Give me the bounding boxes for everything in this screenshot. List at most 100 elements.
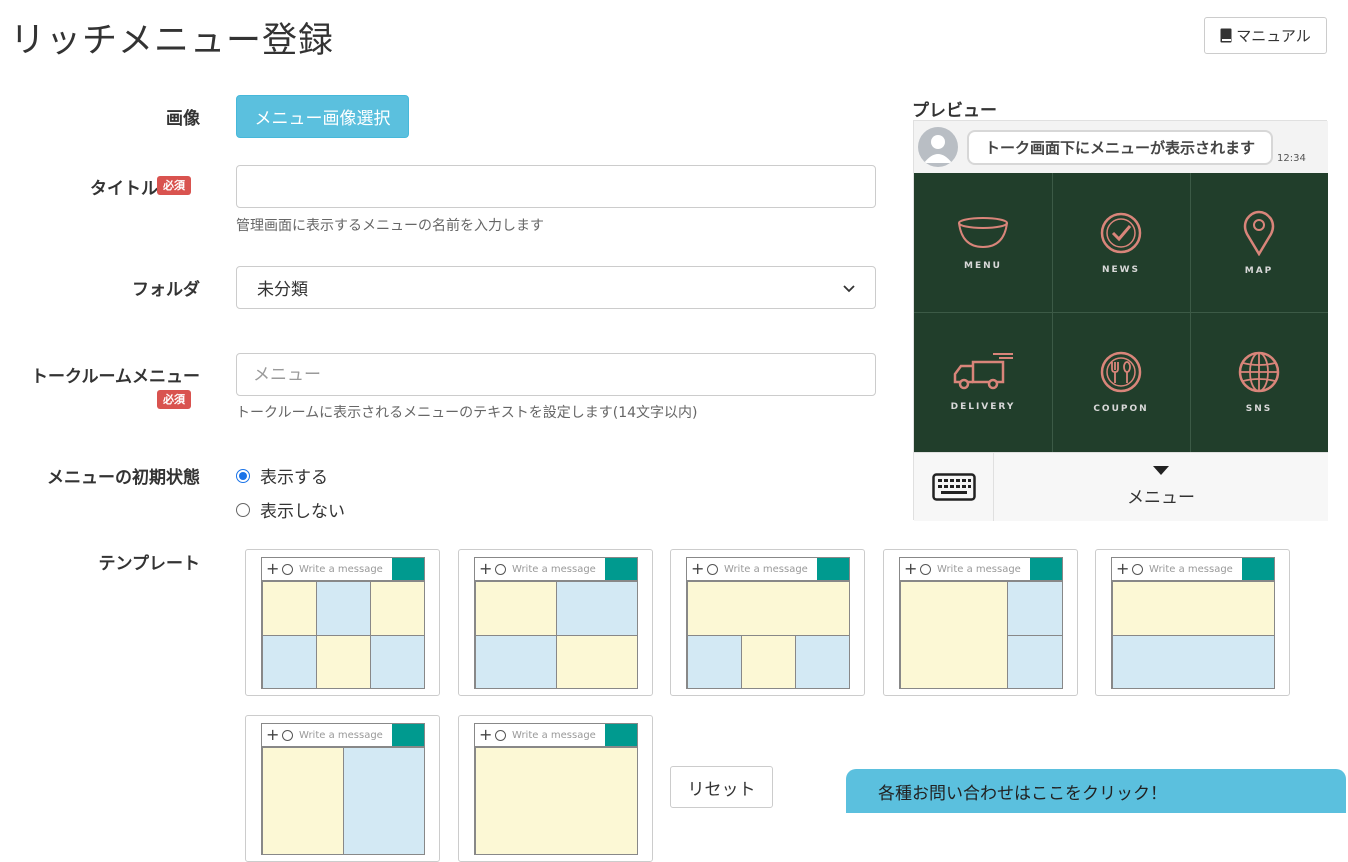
chat-bubble: トーク画面下にメニューが表示されます <box>967 130 1273 165</box>
message-placeholder: Write a message <box>512 563 596 575</box>
cutlery-icon <box>1100 352 1142 393</box>
folder-select[interactable]: 未分類 <box>236 266 876 309</box>
rich-menu-item-map[interactable]: MAP <box>1190 173 1328 313</box>
talkroom-menu-input[interactable] <box>236 353 876 396</box>
book-icon <box>1220 28 1232 43</box>
template-option-3[interactable]: + Write a message <box>670 549 865 696</box>
template-cell <box>556 581 637 636</box>
initial-state-label: メニューの初期状態 <box>47 468 200 488</box>
chat-timestamp: 12:34 <box>1277 153 1306 164</box>
map-pin-icon <box>1243 210 1275 256</box>
plus-icon: + <box>1116 559 1130 578</box>
check-circle-icon <box>1100 212 1142 253</box>
send-block <box>605 558 637 580</box>
menu-toggle[interactable]: メニュー <box>994 453 1328 521</box>
template-cell <box>475 581 557 636</box>
template-cell <box>370 581 424 636</box>
template-thumbnail: + Write a message <box>1111 557 1275 689</box>
chat-area: トーク画面下にメニューが表示されます 12:34 <box>914 121 1328 173</box>
template-option-5[interactable]: + Write a message <box>1095 549 1290 696</box>
contact-button[interactable]: 各種お問い合わせはここをクリック！ <box>846 769 1346 813</box>
message-placeholder: Write a message <box>299 729 383 741</box>
radio-button-unchecked[interactable] <box>236 502 250 517</box>
radio-option-hide[interactable]: 表示しない <box>236 497 345 522</box>
chevron-down-icon <box>843 278 855 298</box>
message-placeholder: Write a message <box>299 563 383 575</box>
smiley-icon <box>495 729 506 741</box>
radio-button-checked[interactable] <box>236 468 250 483</box>
rich-menu-item-menu[interactable]: MENU <box>914 173 1052 313</box>
smiley-icon <box>282 563 293 575</box>
talkroom-menu-required-badge: 必須 <box>157 390 191 409</box>
radio-option-label: 表示しない <box>260 502 345 522</box>
send-block <box>817 558 849 580</box>
rich-menu-item-delivery[interactable]: DELIVERY <box>914 313 1052 453</box>
smiley-icon <box>707 563 718 575</box>
template-cell <box>1112 635 1274 688</box>
avatar <box>918 127 958 167</box>
message-placeholder: Write a message <box>1149 563 1233 575</box>
template-cell <box>1007 635 1062 688</box>
template-option-2[interactable]: + Write a message <box>458 549 653 696</box>
rich-menu-item-label: MENU <box>964 260 1002 271</box>
rich-menu-item-news[interactable]: NEWS <box>1052 173 1190 313</box>
send-block <box>1242 558 1274 580</box>
title-label: タイトル <box>90 179 158 199</box>
folder-label: フォルダ <box>132 280 200 300</box>
template-cell <box>316 635 371 688</box>
rich-menu-item-label: SNS <box>1245 404 1273 415</box>
template-thumbnail: + Write a message <box>261 723 425 855</box>
template-cell <box>1112 581 1274 636</box>
template-cell <box>343 747 424 854</box>
preview-title: プレビュー <box>912 101 997 121</box>
message-placeholder: Write a message <box>512 729 596 741</box>
plus-icon: + <box>479 559 493 578</box>
rich-menu-item-label: NEWS <box>1101 264 1141 275</box>
folder-select-value: 未分類 <box>257 280 308 300</box>
keyboard-button[interactable] <box>914 453 994 521</box>
preview-bottom-bar: メニュー <box>914 452 1328 521</box>
template-cell <box>475 747 637 854</box>
menu-toggle-label: メニュー <box>1127 488 1195 508</box>
plus-icon: + <box>266 725 280 744</box>
template-cell <box>262 747 344 854</box>
template-option-7[interactable]: + Write a message <box>458 715 653 862</box>
plus-icon: + <box>479 725 493 744</box>
title-input[interactable] <box>236 165 876 208</box>
plus-icon: + <box>904 559 918 578</box>
template-thumbnail: + Write a message <box>474 723 638 855</box>
talkroom-menu-label: トークルームメニュー <box>31 367 200 387</box>
template-option-6[interactable]: + Write a message <box>245 715 440 862</box>
rich-menu-image: MENU NEWS MAP DELIVERY COUPON SNS <box>914 173 1328 452</box>
globe-icon <box>1238 352 1280 393</box>
template-cell <box>900 581 1008 688</box>
template-label: テンプレート <box>98 554 201 574</box>
rich-menu-item-label: MAP <box>1244 265 1274 276</box>
template-cell <box>741 635 796 688</box>
template-option-1[interactable]: + Write a message <box>245 549 440 696</box>
template-thumbnail: + Write a message <box>899 557 1063 689</box>
rich-menu-item-coupon[interactable]: COUPON <box>1052 313 1190 453</box>
send-block <box>392 724 424 746</box>
page-title: リッチメニュー登録 <box>10 21 335 61</box>
truck-icon <box>953 353 1013 390</box>
message-placeholder: Write a message <box>724 563 808 575</box>
template-option-4[interactable]: + Write a message <box>883 549 1078 696</box>
send-block <box>605 724 637 746</box>
smiley-icon <box>495 563 506 575</box>
smiley-icon <box>920 563 931 575</box>
manual-button-label: マニュアル <box>1236 27 1311 45</box>
title-help-text: 管理画面に表示するメニューの名前を入力します <box>236 218 544 234</box>
message-placeholder: Write a message <box>937 563 1021 575</box>
template-cell <box>795 635 849 688</box>
select-menu-image-button[interactable]: メニュー画像選択 <box>236 95 409 138</box>
template-cell <box>316 581 371 636</box>
manual-button[interactable]: マニュアル <box>1204 17 1327 54</box>
rich-menu-item-sns[interactable]: SNS <box>1190 313 1328 453</box>
rich-menu-item-label: COUPON <box>1093 404 1149 415</box>
talkroom-menu-help-text: トークルームに表示されるメニューのテキストを設定します(14文字以内) <box>236 405 698 421</box>
reset-button[interactable]: リセット <box>670 766 773 808</box>
radio-option-show[interactable]: 表示する <box>236 463 328 488</box>
keyboard-icon <box>931 473 976 501</box>
caret-down-icon <box>1153 466 1169 475</box>
